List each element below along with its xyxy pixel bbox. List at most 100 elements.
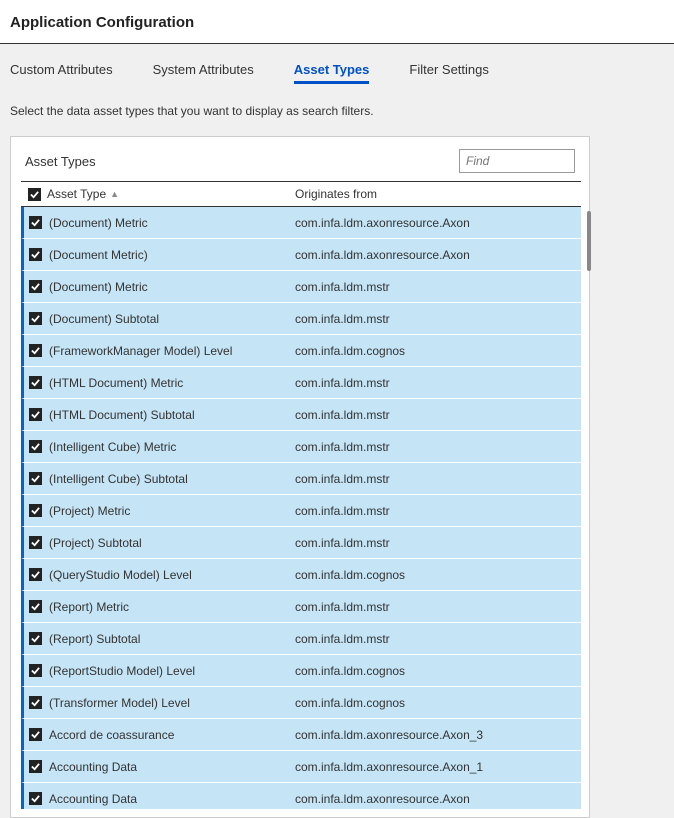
originates-from-cell: com.infa.ldm.mstr	[295, 312, 581, 326]
checkmark-icon	[31, 410, 40, 419]
checkmark-icon	[31, 794, 40, 803]
checkmark-icon	[31, 442, 40, 451]
row-checkbox[interactable]	[29, 760, 42, 773]
row-checkbox[interactable]	[29, 248, 42, 261]
originates-from-cell: com.infa.ldm.axonresource.Axon	[295, 792, 581, 806]
originates-from-cell: com.infa.ldm.mstr	[295, 280, 581, 294]
row-checkbox[interactable]	[29, 344, 42, 357]
originates-from-cell: com.infa.ldm.mstr	[295, 504, 581, 518]
originates-from-cell: com.infa.ldm.axonresource.Axon_1	[295, 760, 581, 774]
row-checkbox[interactable]	[29, 216, 42, 229]
asset-type-cell: (Project) Metric	[47, 504, 295, 518]
row-checkbox[interactable]	[29, 280, 42, 293]
asset-type-cell: (Document) Metric	[47, 216, 295, 230]
checkmark-icon	[31, 218, 40, 227]
asset-type-cell: (Project) Subtotal	[47, 536, 295, 550]
checkmark-icon	[31, 282, 40, 291]
tab-filter-settings[interactable]: Filter Settings	[409, 62, 488, 84]
table-row[interactable]: Accounting Datacom.infa.ldm.axonresource…	[21, 783, 581, 809]
checkmark-icon	[31, 634, 40, 643]
row-checkbox[interactable]	[29, 376, 42, 389]
asset-type-cell: (QueryStudio Model) Level	[47, 568, 295, 582]
asset-type-cell: (Document) Metric	[47, 280, 295, 294]
row-checkbox[interactable]	[29, 792, 42, 805]
tabs: Custom Attributes System Attributes Asset …	[0, 44, 674, 98]
checkmark-icon	[31, 538, 40, 547]
checkmark-icon	[31, 314, 40, 323]
table-row[interactable]: Accounting Datacom.infa.ldm.axonresource…	[21, 751, 581, 783]
panel-header: Asset Types	[11, 137, 589, 181]
page-title: Application Configuration	[10, 14, 664, 31]
table-row[interactable]: (Transformer Model) Levelcom.infa.ldm.co…	[21, 687, 581, 719]
sort-asc-icon: ▲	[110, 189, 119, 199]
originates-from-cell: com.infa.ldm.mstr	[295, 632, 581, 646]
table-row[interactable]: (Document) Metriccom.infa.ldm.axonresour…	[21, 207, 581, 239]
row-checkbox[interactable]	[29, 504, 42, 517]
column-originates-from-label: Originates from	[295, 187, 377, 201]
table-row[interactable]: (HTML Document) Metriccom.infa.ldm.mstr	[21, 367, 581, 399]
originates-from-cell: com.infa.ldm.cognos	[295, 344, 581, 358]
column-asset-type[interactable]: Asset Type ▲	[47, 187, 295, 201]
header-checkbox[interactable]	[28, 188, 41, 201]
column-originates-from[interactable]: Originates from	[295, 187, 581, 201]
table-row[interactable]: Accord de coassurancecom.infa.ldm.axonre…	[21, 719, 581, 751]
table-row[interactable]: (Intelligent Cube) Metriccom.infa.ldm.ms…	[21, 431, 581, 463]
checkmark-icon	[31, 762, 40, 771]
table-row[interactable]: (Document) Metriccom.infa.ldm.mstr	[21, 271, 581, 303]
table-row[interactable]: (Report) Subtotalcom.infa.ldm.mstr	[21, 623, 581, 655]
originates-from-cell: com.infa.ldm.mstr	[295, 536, 581, 550]
row-checkbox[interactable]	[29, 664, 42, 677]
asset-type-cell: (Document) Subtotal	[47, 312, 295, 326]
asset-types-table: Asset Type ▲ Originates from (Document) …	[11, 181, 589, 817]
table-row[interactable]: (HTML Document) Subtotalcom.infa.ldm.mst…	[21, 399, 581, 431]
asset-type-cell: Accounting Data	[47, 760, 295, 774]
checkmark-icon	[31, 666, 40, 675]
tab-system-attributes[interactable]: System Attributes	[153, 62, 254, 84]
checkmark-icon	[31, 474, 40, 483]
checkmark-icon	[31, 602, 40, 611]
row-checkbox[interactable]	[29, 728, 42, 741]
table-row[interactable]: (Report) Metriccom.infa.ldm.mstr	[21, 591, 581, 623]
checkmark-icon	[31, 698, 40, 707]
row-checkbox[interactable]	[29, 536, 42, 549]
originates-from-cell: com.infa.ldm.mstr	[295, 376, 581, 390]
asset-type-cell: (ReportStudio Model) Level	[47, 664, 295, 678]
table-row[interactable]: (QueryStudio Model) Levelcom.infa.ldm.co…	[21, 559, 581, 591]
row-checkbox[interactable]	[29, 312, 42, 325]
originates-from-cell: com.infa.ldm.axonresource.Axon_3	[295, 728, 581, 742]
row-checkbox[interactable]	[29, 472, 42, 485]
table-body: (Document) Metriccom.infa.ldm.axonresour…	[21, 207, 581, 809]
table-row[interactable]: (Project) Subtotalcom.infa.ldm.mstr	[21, 527, 581, 559]
tab-asset-types[interactable]: Asset Types	[294, 62, 370, 84]
asset-type-cell: (HTML Document) Metric	[47, 376, 295, 390]
asset-type-cell: (Report) Subtotal	[47, 632, 295, 646]
originates-from-cell: com.infa.ldm.mstr	[295, 472, 581, 486]
asset-types-panel: Asset Types Asset Type ▲	[10, 136, 590, 818]
tab-custom-attributes[interactable]: Custom Attributes	[10, 62, 113, 84]
row-checkbox[interactable]	[29, 408, 42, 421]
originates-from-cell: com.infa.ldm.cognos	[295, 696, 581, 710]
checkmark-icon	[31, 730, 40, 739]
table-row[interactable]: (Project) Metriccom.infa.ldm.mstr	[21, 495, 581, 527]
row-checkbox[interactable]	[29, 632, 42, 645]
table-row[interactable]: (FrameworkManager Model) Levelcom.infa.l…	[21, 335, 581, 367]
checkmark-icon	[31, 346, 40, 355]
originates-from-cell: com.infa.ldm.axonresource.Axon	[295, 216, 581, 230]
scrollbar-thumb[interactable]	[587, 211, 591, 271]
originates-from-cell: com.infa.ldm.cognos	[295, 664, 581, 678]
row-checkbox[interactable]	[29, 696, 42, 709]
row-checkbox[interactable]	[29, 440, 42, 453]
table-header: Asset Type ▲ Originates from	[21, 181, 581, 207]
table-row[interactable]: (Document) Subtotalcom.infa.ldm.mstr	[21, 303, 581, 335]
table-row[interactable]: (Intelligent Cube) Subtotalcom.infa.ldm.…	[21, 463, 581, 495]
table-row[interactable]: (Document Metric)com.infa.ldm.axonresour…	[21, 239, 581, 271]
row-checkbox[interactable]	[29, 600, 42, 613]
asset-type-cell: (HTML Document) Subtotal	[47, 408, 295, 422]
originates-from-cell: com.infa.ldm.mstr	[295, 408, 581, 422]
table-row[interactable]: (ReportStudio Model) Levelcom.infa.ldm.c…	[21, 655, 581, 687]
find-input[interactable]	[459, 149, 575, 173]
column-asset-type-label: Asset Type	[47, 187, 106, 201]
originates-from-cell: com.infa.ldm.axonresource.Axon	[295, 248, 581, 262]
asset-type-cell: (Document Metric)	[47, 248, 295, 262]
row-checkbox[interactable]	[29, 568, 42, 581]
